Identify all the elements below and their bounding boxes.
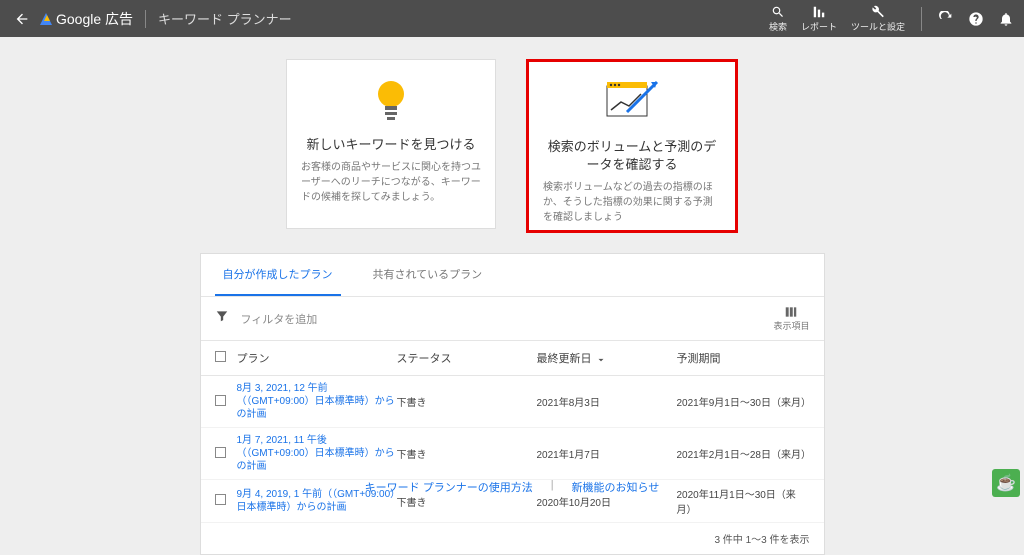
plan-status: 下書き — [397, 446, 537, 461]
th-updated[interactable]: 最終更新日 — [537, 350, 677, 366]
option-cards: 新しいキーワードを見つける お客様の商品やサービスに関心を持つユーザーへのリーチ… — [0, 59, 1024, 233]
sort-down-icon — [596, 353, 606, 363]
wrench-icon — [871, 5, 885, 19]
report-label: レポート — [801, 20, 837, 33]
columns-icon — [784, 305, 798, 319]
lightbulb-icon — [369, 74, 413, 130]
report-button[interactable]: レポート — [801, 5, 837, 33]
plan-status: 下書き — [397, 394, 537, 409]
refresh-icon — [938, 11, 954, 27]
select-all-checkbox[interactable] — [215, 351, 226, 362]
logo-area: Google 広告 — [40, 9, 133, 29]
columns-label: 表示項目 — [773, 319, 809, 332]
row-checkbox[interactable] — [215, 447, 226, 458]
footer-link-howto[interactable]: キーワード プランナーの使用方法 — [365, 479, 533, 495]
notifications-button[interactable] — [998, 11, 1014, 27]
filter-row: フィルタを追加 表示項目 — [201, 297, 824, 341]
header-divider — [145, 10, 146, 28]
tabs: 自分が作成したプラン 共有されているプラン — [201, 254, 824, 297]
search-button[interactable]: 検索 — [769, 5, 787, 33]
plans-panel: 自分が作成したプラン 共有されているプラン フィルタを追加 表示項目 プラン ス… — [200, 253, 825, 555]
plan-link[interactable]: 8月 3, 2021, 12 午前（（GMT+09:00）日本標準時）からの計画 — [237, 382, 397, 421]
app-header: Google 広告 キーワード プランナー 検索 レポート ツールと設定 — [0, 0, 1024, 37]
google-ads-logo-icon — [40, 13, 52, 25]
columns-button[interactable]: 表示項目 — [773, 305, 809, 332]
filter-label[interactable]: フィルタを追加 — [241, 311, 318, 327]
plan-period: 2021年2月1日～28日（来月） — [677, 446, 810, 461]
plan-updated: 2021年1月7日 — [537, 446, 677, 461]
help-button[interactable] — [968, 11, 984, 27]
report-icon — [812, 5, 826, 19]
plan-link[interactable]: 1月 7, 2021, 11 午後（（GMT+09:00）日本標準時）からの計画 — [237, 434, 397, 473]
refresh-button[interactable] — [938, 11, 954, 27]
th-status[interactable]: ステータス — [397, 350, 537, 366]
arrow-left-icon — [14, 11, 30, 27]
tab-shared-plans[interactable]: 共有されているプラン — [365, 254, 491, 296]
java-tray-icon[interactable]: ☕ — [992, 469, 1020, 497]
filter-icon[interactable] — [215, 309, 229, 328]
search-icon — [771, 5, 785, 19]
volume-forecast-card[interactable]: 検索のボリュームと予測のデータを確認する 検索ボリュームなどの過去の指標のほか、… — [526, 59, 738, 233]
tab-my-plans[interactable]: 自分が作成したプラン — [215, 254, 341, 296]
footer-links: キーワード プランナーの使用方法 | 新機能のお知らせ — [0, 473, 1024, 501]
back-button[interactable] — [10, 11, 34, 27]
discover-title: 新しいキーワードを見つける — [306, 136, 475, 154]
discover-desc: お客様の商品やサービスに関心を持つユーザーへのリーチにつながる、キーワードの候補… — [301, 160, 481, 205]
product-label: Google 広告 — [56, 9, 133, 29]
header-tools: 検索 レポート ツールと設定 — [769, 5, 1014, 33]
header-divider-2 — [921, 7, 922, 31]
row-checkbox[interactable] — [215, 395, 226, 406]
footer-link-news[interactable]: 新機能のお知らせ — [572, 479, 660, 495]
bell-icon — [998, 11, 1014, 27]
th-plan[interactable]: プラン — [237, 350, 397, 366]
help-icon — [968, 11, 984, 27]
table-footer: 3 件中 1～3 件を表示 — [201, 523, 824, 554]
tools-button[interactable]: ツールと設定 — [851, 5, 905, 33]
discover-keywords-card[interactable]: 新しいキーワードを見つける お客様の商品やサービスに関心を持つユーザーへのリーチ… — [286, 59, 496, 229]
plan-updated: 2021年8月3日 — [537, 394, 677, 409]
tool-title: キーワード プランナー — [158, 9, 292, 28]
plan-period: 2021年9月1日～30日（来月） — [677, 394, 810, 409]
table-row: 8月 3, 2021, 12 午前（（GMT+09:00）日本標準時）からの計画… — [201, 376, 824, 428]
search-label: 検索 — [769, 20, 787, 33]
th-period[interactable]: 予測期間 — [677, 350, 810, 366]
volume-title: 検索のボリュームと予測のデータを確認する — [543, 138, 721, 174]
volume-desc: 検索ボリュームなどの過去の指標のほか、そうした指標の効果に関する予測を確認しまし… — [543, 180, 721, 225]
tools-label: ツールと設定 — [851, 20, 905, 33]
footer-separator: | — [551, 479, 554, 495]
table-header: プラン ステータス 最終更新日 予測期間 — [201, 341, 824, 376]
chart-arrow-icon — [597, 76, 667, 132]
